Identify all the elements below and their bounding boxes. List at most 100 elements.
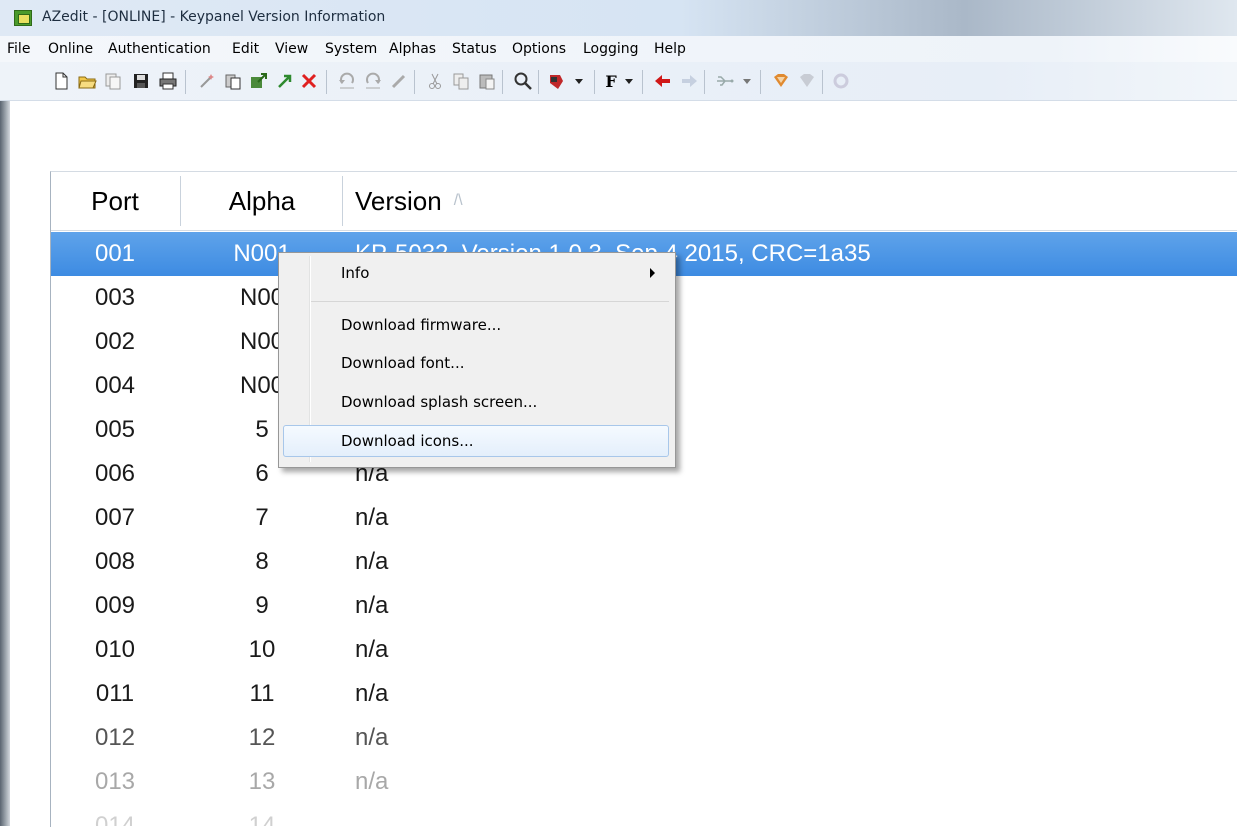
search-icon[interactable] bbox=[512, 71, 534, 91]
cell-alpha: 12 bbox=[248, 724, 276, 751]
save-icon[interactable] bbox=[130, 71, 152, 91]
cell-version: n/a bbox=[355, 636, 389, 663]
wand-icon[interactable] bbox=[196, 71, 218, 91]
toolbar-separator bbox=[538, 70, 539, 94]
chevron-down-icon[interactable] bbox=[568, 71, 590, 91]
cut-icon[interactable] bbox=[424, 71, 446, 91]
column-divider[interactable] bbox=[180, 176, 181, 226]
sort-ascending-icon: /\ bbox=[453, 192, 463, 209]
paste-clipboard-icon[interactable] bbox=[476, 71, 498, 91]
cell-port: 004 bbox=[94, 372, 136, 399]
cell-port: 014 bbox=[94, 812, 136, 826]
toolbar-separator bbox=[594, 70, 595, 94]
list-header: Port Alpha Version /\ bbox=[51, 172, 1237, 231]
toolbar: F bbox=[0, 62, 1237, 101]
open-folder-icon[interactable] bbox=[76, 71, 98, 91]
tag-icon[interactable] bbox=[770, 71, 792, 91]
toolbar-separator bbox=[822, 70, 823, 94]
cell-port: 003 bbox=[94, 284, 136, 311]
menu-item-download-splash-screen[interactable]: Download splash screen... bbox=[283, 386, 669, 418]
title-bar[interactable]: AZedit - [ONLINE] - Keypanel Version Inf… bbox=[0, 0, 1237, 37]
redo-icon[interactable] bbox=[362, 71, 384, 91]
chevron-down-icon[interactable] bbox=[618, 71, 640, 91]
menu-logging[interactable]: Logging bbox=[583, 41, 639, 57]
table-row[interactable]: 013 13 n/a bbox=[51, 760, 1237, 804]
cell-port: 002 bbox=[94, 328, 136, 355]
arrow-icon[interactable] bbox=[274, 71, 296, 91]
cell-alpha: 8 bbox=[255, 548, 269, 575]
table-row[interactable]: 008 8 n/a bbox=[51, 540, 1237, 584]
menu-file[interactable]: File bbox=[7, 41, 30, 57]
menu-item-download-icons[interactable]: Download icons... bbox=[283, 425, 669, 457]
table-row[interactable]: 014 14 bbox=[51, 804, 1237, 826]
window-title: AZedit - [ONLINE] - Keypanel Version Inf… bbox=[42, 9, 386, 25]
column-header-alpha-label: Alpha bbox=[228, 185, 296, 216]
cell-alpha: 7 bbox=[255, 504, 269, 531]
upload-icon[interactable] bbox=[248, 71, 270, 91]
gear-icon[interactable] bbox=[830, 71, 852, 91]
column-header-alpha[interactable]: Alpha bbox=[182, 172, 342, 230]
print-icon[interactable] bbox=[157, 71, 179, 91]
menu-status[interactable]: Status bbox=[452, 41, 497, 57]
toolbar-separator bbox=[185, 70, 186, 94]
menu-edit[interactable]: Edit bbox=[232, 41, 259, 57]
menu-view[interactable]: View bbox=[275, 41, 308, 57]
cell-port: 012 bbox=[94, 724, 136, 751]
menu-item-download-font[interactable]: Download font... bbox=[283, 347, 669, 379]
menu-item-label: Info bbox=[341, 264, 370, 282]
pencil-icon[interactable] bbox=[388, 71, 410, 91]
font-button-label: F bbox=[605, 71, 617, 91]
arrow-left-red-icon[interactable] bbox=[652, 71, 674, 91]
table-row[interactable]: 010 10 n/a bbox=[51, 628, 1237, 672]
arrow-right-icon[interactable] bbox=[678, 71, 700, 91]
menu-item-label: Download icons... bbox=[341, 432, 474, 450]
copy-icon[interactable] bbox=[450, 71, 472, 91]
cell-alpha: 13 bbox=[248, 768, 276, 795]
cell-version: n/a bbox=[355, 504, 389, 531]
menu-options[interactable]: Options bbox=[512, 41, 566, 57]
chevron-down-icon[interactable] bbox=[736, 71, 758, 91]
column-header-version-label: Version bbox=[355, 185, 442, 216]
menu-authentication[interactable]: Authentication bbox=[108, 41, 211, 57]
table-row[interactable]: 011 11 n/a bbox=[51, 672, 1237, 716]
menu-bar: File Online Authentication Edit View Sys… bbox=[0, 36, 1237, 62]
cell-version: n/a bbox=[355, 724, 389, 751]
table-row[interactable]: 009 9 n/a bbox=[51, 584, 1237, 628]
cell-version: n/a bbox=[355, 548, 389, 575]
table-row[interactable]: 012 12 n/a bbox=[51, 716, 1237, 760]
table-row[interactable]: 007 7 n/a bbox=[51, 496, 1237, 540]
menu-item-info[interactable]: Info bbox=[283, 257, 669, 289]
usb-dropdown-icon[interactable] bbox=[714, 71, 736, 91]
menu-system[interactable]: System bbox=[325, 41, 377, 57]
cell-port: 008 bbox=[94, 548, 136, 575]
menu-item-download-firmware[interactable]: Download firmware... bbox=[283, 309, 669, 341]
cell-alpha: 10 bbox=[248, 636, 276, 663]
toolbar-separator bbox=[760, 70, 761, 94]
copy-document-icon[interactable] bbox=[102, 71, 124, 91]
tag-grey-icon[interactable] bbox=[796, 71, 818, 91]
cell-alpha: 14 bbox=[248, 812, 276, 826]
submenu-arrow-icon bbox=[650, 268, 655, 278]
menu-item-label: Download font... bbox=[341, 354, 465, 372]
menu-help[interactable]: Help bbox=[654, 41, 686, 57]
toolbar-separator bbox=[502, 70, 503, 94]
paste-icon[interactable] bbox=[222, 71, 244, 91]
cell-port: 013 bbox=[94, 768, 136, 795]
cell-alpha: 11 bbox=[249, 680, 275, 707]
delete-icon[interactable] bbox=[298, 71, 320, 91]
cell-port: 007 bbox=[94, 504, 136, 531]
paint-dropdown-icon[interactable] bbox=[546, 71, 568, 91]
cell-port: 005 bbox=[94, 416, 136, 443]
new-file-icon[interactable] bbox=[50, 71, 72, 91]
app-icon bbox=[14, 10, 32, 26]
menu-item-label: Download firmware... bbox=[341, 316, 502, 334]
column-header-version[interactable]: Version /\ bbox=[355, 172, 1155, 230]
column-header-port[interactable]: Port bbox=[51, 172, 179, 230]
toolbar-separator bbox=[326, 70, 327, 94]
menu-online[interactable]: Online bbox=[48, 41, 93, 57]
undo-icon[interactable] bbox=[336, 71, 358, 91]
menu-alphas[interactable]: Alphas bbox=[389, 41, 436, 57]
menu-separator bbox=[311, 301, 669, 302]
toolbar-separator bbox=[704, 70, 705, 94]
column-divider[interactable] bbox=[342, 176, 343, 226]
